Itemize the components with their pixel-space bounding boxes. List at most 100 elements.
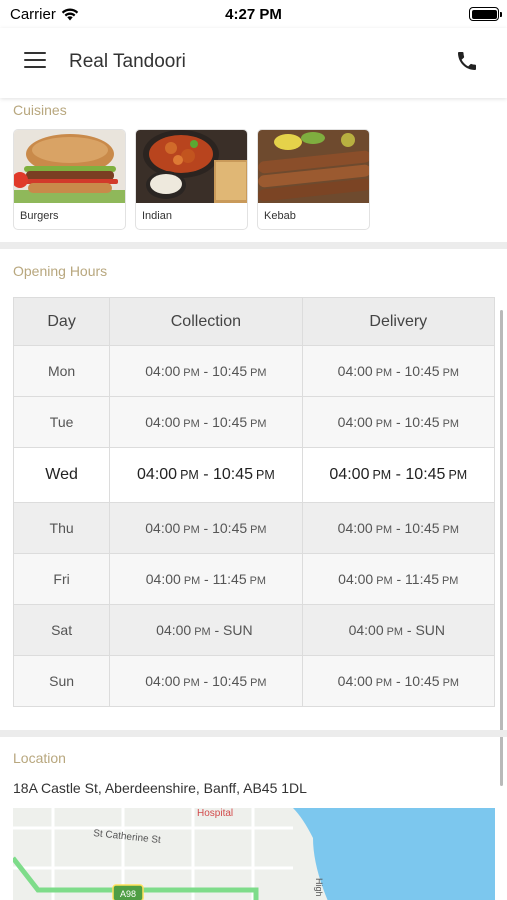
ampm-to: PM	[256, 468, 275, 482]
day-cell: Wed	[12, 447, 111, 503]
time-separator: -	[199, 520, 213, 536]
status-bar: Carrier 4:27 PM	[0, 0, 507, 28]
time-from: 04:00	[337, 673, 373, 689]
day-cell: Sat	[12, 604, 111, 656]
time-from: 04:00	[145, 571, 181, 587]
time-to: 11:45	[212, 571, 247, 587]
ampm-from: PM	[183, 677, 200, 689]
collection-hours-cell: 04:00 PM - 10:45 PM	[109, 655, 303, 707]
day-cell: Tue	[12, 396, 111, 448]
time-separator: -	[392, 363, 405, 379]
section-divider	[0, 730, 507, 737]
battery-icon	[469, 7, 502, 21]
cuisines-label: Cuisines	[13, 102, 67, 118]
ampm-from: PM	[375, 418, 393, 430]
page-title: Real Tandoori	[69, 51, 186, 72]
cuisine-list: Burgers Indian Kebab	[13, 129, 370, 230]
status-time: 4:27 PM	[225, 6, 282, 23]
time-from: 04:00	[337, 363, 373, 379]
time-to: 10:45	[212, 520, 248, 536]
ampm-from: PM	[180, 468, 199, 482]
ampm-from: PM	[183, 367, 200, 379]
time-from: 04:00	[348, 622, 384, 638]
ampm-to: PM	[249, 575, 266, 587]
time-separator: -	[199, 363, 213, 379]
burger-image	[14, 130, 125, 203]
cuisine-name: Kebab	[264, 210, 296, 222]
time-from: 04:00	[145, 363, 181, 379]
hamburger-line	[24, 66, 46, 68]
table-row: Fri 04:00 PM - 11:45 PM 04:00 PM - 11:45 PM	[12, 553, 496, 605]
collection-hours-cell: 04:00 PM - 10:45 PM	[109, 396, 303, 448]
cuisine-card-kebab[interactable]: Kebab	[257, 129, 370, 230]
phone-icon[interactable]	[455, 49, 479, 73]
map-poi-label: Hospital	[197, 808, 233, 819]
time-from: 04:00	[337, 520, 373, 536]
delivery-hours-cell: 04:00 PM - 10:45 PM	[301, 655, 496, 707]
ampm-to: PM	[250, 367, 267, 379]
column-header-delivery: Delivery	[301, 297, 496, 346]
address-text: 18A Castle St, Aberdeenshire, Banff, AB4…	[13, 780, 307, 796]
time-to: SUN	[223, 622, 253, 638]
cuisine-card-indian[interactable]: Indian	[135, 129, 248, 230]
location-map[interactable]: A98 Hospital St Catherine St High	[13, 808, 495, 900]
cuisine-name: Indian	[142, 210, 172, 222]
cuisine-card-burgers[interactable]: Burgers	[13, 129, 126, 230]
ampm-to: PM	[442, 367, 459, 379]
ampm-from: PM	[183, 418, 200, 430]
time-to: 10:45	[212, 363, 248, 379]
ampm-to: PM	[448, 468, 468, 482]
time-to: 10:45	[212, 673, 248, 689]
ampm-from: PM	[375, 524, 393, 536]
opening-hours-body: Mon 04:00 PM - 10:45 PM 04:00 PM - 10:45 PM Tue…	[12, 345, 496, 707]
time-separator: -	[199, 673, 213, 689]
scrollbar[interactable]	[500, 310, 503, 786]
time-separator: -	[210, 622, 224, 638]
time-to: 10:45	[212, 466, 254, 483]
table-row: Wed 04:00 PM - 10:45 PM 04:00 PM - 10:45 PM	[12, 447, 496, 503]
column-header-day: Day	[12, 297, 111, 346]
time-to: 10:45	[404, 520, 440, 536]
ampm-to: PM	[442, 677, 459, 689]
menu-button[interactable]	[24, 52, 46, 70]
ampm-to: PM	[442, 418, 459, 430]
time-from: 04:00	[156, 622, 192, 638]
road-badge: A98	[120, 889, 136, 899]
ampm-to: PM	[250, 418, 267, 430]
time-separator: -	[198, 466, 213, 483]
time-from: 04:00	[145, 673, 181, 689]
time-separator: -	[391, 466, 406, 483]
day-cell: Fri	[12, 553, 111, 605]
time-from: 04:00	[337, 414, 373, 430]
time-to: 10:45	[404, 673, 440, 689]
time-from: 04:00	[137, 466, 178, 483]
collection-hours-cell: 04:00 PM - 10:45 PM	[109, 502, 303, 554]
table-header-row: Day Collection Delivery	[12, 297, 496, 346]
ampm-to: PM	[442, 524, 459, 536]
ampm-to: PM	[442, 575, 459, 587]
collection-hours-cell: 04:00 PM - SUN	[109, 604, 303, 656]
time-separator: -	[392, 673, 405, 689]
opening-hours-table: Day Collection Delivery Mon 04:00 PM - 10:…	[12, 297, 496, 707]
time-to: SUN	[415, 622, 445, 638]
time-separator: -	[199, 414, 213, 430]
table-row: Thu 04:00 PM - 10:45 PM 04:00 PM - 10:45 PM	[12, 502, 496, 554]
ampm-to: PM	[250, 677, 267, 689]
day-cell: Mon	[12, 345, 111, 397]
ampm-from: PM	[183, 575, 201, 587]
time-from: 04:00	[338, 571, 374, 587]
cuisine-name: Burgers	[20, 210, 59, 222]
delivery-hours-cell: 04:00 PM - 10:45 PM	[301, 345, 496, 397]
time-separator: -	[392, 520, 405, 536]
delivery-hours-cell: 04:00 PM - 10:45 PM	[301, 502, 496, 554]
delivery-hours-cell: 04:00 PM - 10:45 PM	[301, 396, 496, 448]
time-to: 10:45	[212, 414, 248, 430]
time-separator: -	[200, 571, 213, 587]
table-row: Sun 04:00 PM - 10:45 PM 04:00 PM - 10:45 PM	[12, 655, 496, 707]
time-to: 11:45	[405, 571, 440, 587]
ampm-from: PM	[372, 468, 392, 482]
content-area[interactable]: Cuisines Burgers Indian Kebab Opening Ho…	[0, 98, 507, 900]
time-to: 10:45	[405, 466, 446, 483]
table-row: Tue 04:00 PM - 10:45 PM 04:00 PM - 10:45 PM	[12, 396, 496, 448]
opening-hours-label: Opening Hours	[13, 263, 108, 279]
